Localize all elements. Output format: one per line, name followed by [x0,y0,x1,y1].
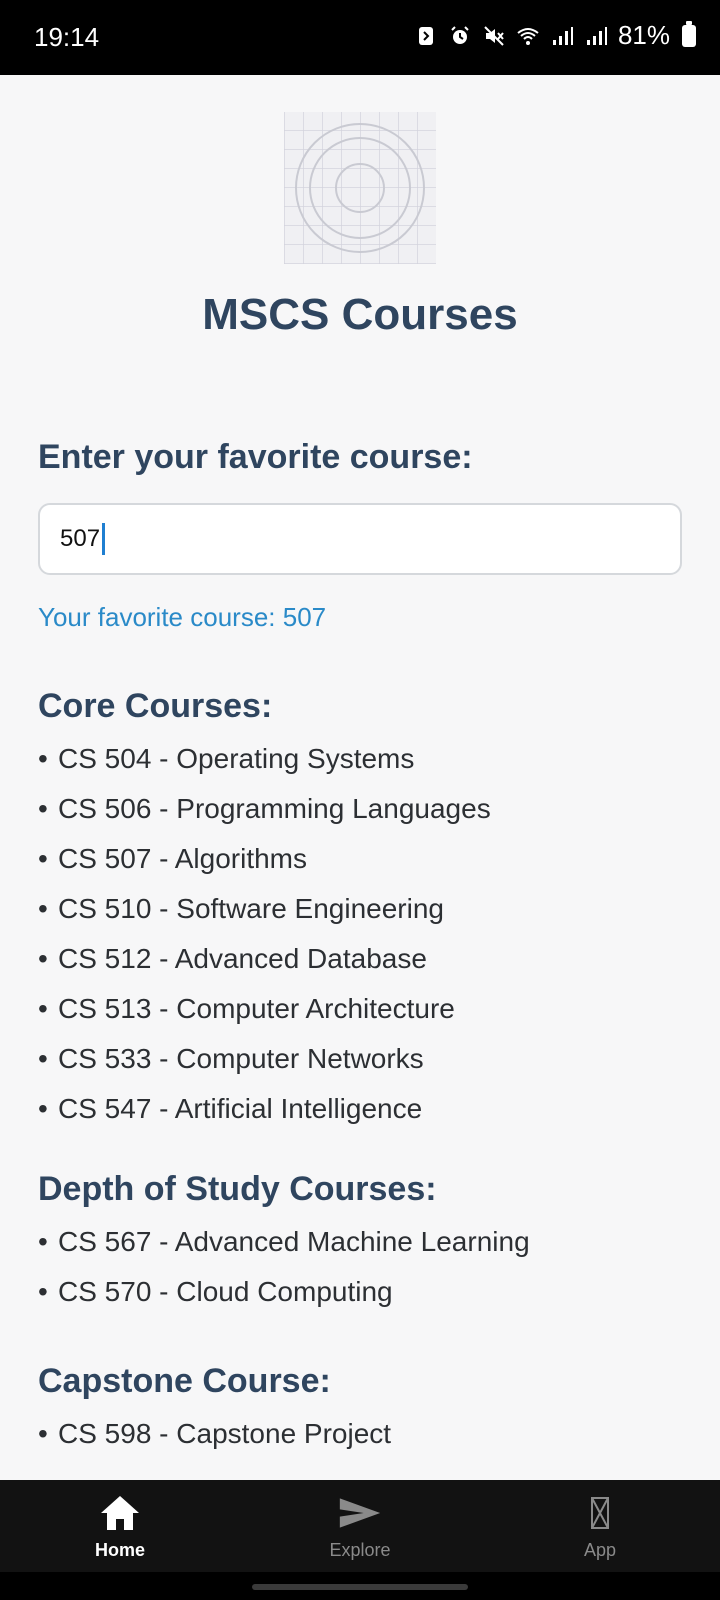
status-icons: 81% [414,20,696,51]
list-item: • CS 512 - Advanced Database [38,943,427,974]
list-item: • CS 506 - Programming Languages [38,793,491,824]
alarm-icon [451,25,469,44]
depth-courses-heading: Depth of Study Courses: [38,1170,437,1208]
list-item: • CS 547 - Artificial Intelligence [38,1093,423,1124]
home-indicator[interactable] [252,1584,468,1590]
list-item: • CS 513 - Computer Architecture [38,993,455,1024]
list-item: • CS 598 - Capstone Project [38,1418,392,1449]
core-courses-heading: Core Courses: [38,687,273,725]
nav-app[interactable]: App [480,1480,720,1572]
nav-explore-label: Explore [329,1539,391,1560]
depth-courses-section: Depth of Study Courses: • CS 567 - Advanc… [38,1167,698,1317]
status-time: 19:14 [34,22,100,52]
favorite-course-result: Your favorite course: 507 [38,602,327,632]
signal-icon-2 [586,26,607,45]
page-title: MSCS Courses [202,290,518,339]
depth-courses-list: • CS 567 - Advanced Machine Learning • CS … [38,1217,698,1317]
favorite-course-value: 507 [60,525,101,552]
text-cursor [102,523,106,555]
nav-home-label: Home [94,1539,145,1560]
favorite-course-label: Enter your favorite course: [38,438,473,476]
battery-percent: 81% [617,20,670,50]
core-courses-section: Core Courses: • CS 504 - Operating System… [38,684,698,1134]
mute-icon [484,25,504,46]
list-item: • CS 510 - Software Engineering [38,893,444,924]
list-item: • CS 567 - Advanced Machine Learning [38,1226,530,1257]
list-item: • CS 570 - Cloud Computing [38,1276,393,1307]
wifi-icon [517,27,539,45]
core-courses-list: • CS 504 - Operating Systems • CS 506 - Pr… [38,734,698,1134]
list-item: • CS 504 - Operating Systems [38,743,415,774]
nav-explore[interactable]: Explore [240,1480,480,1572]
capstone-heading: Capstone Course: [38,1362,331,1400]
capstone-section: Capstone Course: • CS 598 - Capstone Proj… [38,1359,698,1459]
list-item: • CS 533 - Computer Networks [38,1043,424,1074]
missing-glyph-icon [578,1492,622,1534]
app-logo [284,112,436,264]
list-item: • CS 507 - Algorithms [38,843,307,874]
status-bar: 19:14 81% [0,0,720,75]
send-icon [338,1492,382,1534]
home-icon [98,1492,142,1534]
sim-icon [418,26,433,45]
battery-icon [682,20,696,47]
favorite-course-input[interactable]: 507 [38,503,682,575]
nav-home[interactable]: Home [0,1480,240,1572]
logo-circles-icon [295,123,425,253]
nav-app-label: App [583,1539,617,1560]
capstone-list: • CS 598 - Capstone Project [38,1409,698,1459]
bottom-navigation: Home Explore App [0,1480,720,1572]
signal-icon [552,26,573,45]
